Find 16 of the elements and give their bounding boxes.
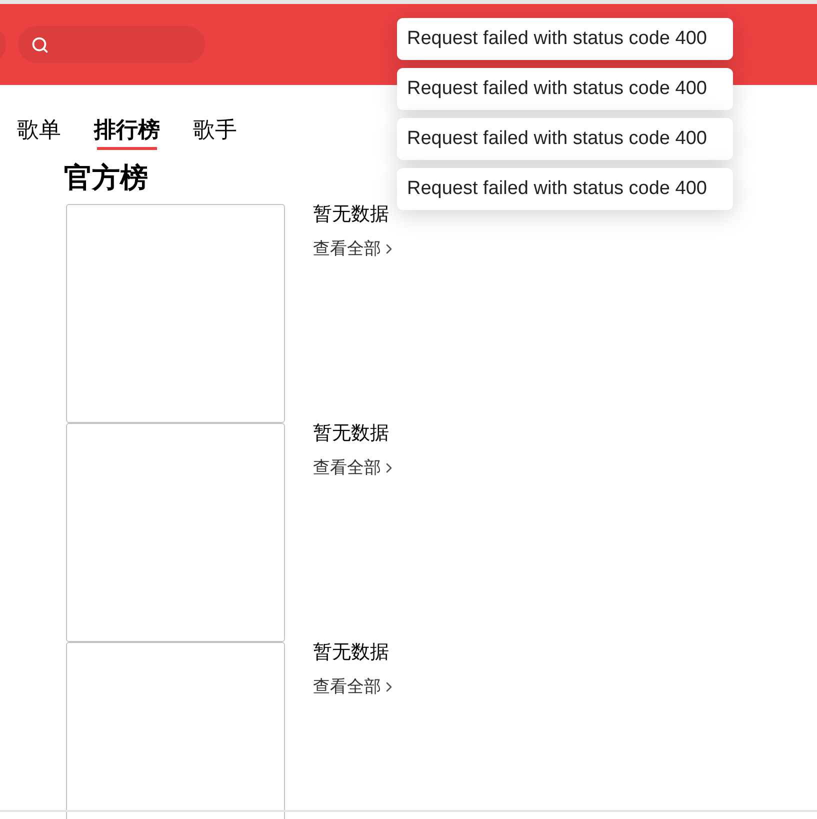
view-all-link[interactable]: 查看全部 [313,674,397,700]
search-field[interactable] [18,26,205,63]
error-toast: Request failed with status code 400 [397,168,733,210]
view-all-link[interactable]: 查看全部 [313,455,397,480]
tab[interactable]: 排行榜 [94,115,160,150]
empty-text: 暂无数据 [313,423,390,445]
empty-text: 暂无数据 [313,204,390,226]
search-icon [31,36,49,54]
section-title: 官方榜 [64,161,148,195]
tab[interactable]: 歌单 [9,115,69,150]
view-all-link[interactable]: 查看全部 [313,236,397,262]
tab[interactable]: 歌手 [185,115,245,150]
error-toast: Request failed with status code 400 [397,18,733,60]
error-toast: Request failed with status code 400 [397,68,733,110]
error-toast: Request failed with status code 400 [397,118,733,160]
empty-text: 暂无数据 [313,642,390,664]
